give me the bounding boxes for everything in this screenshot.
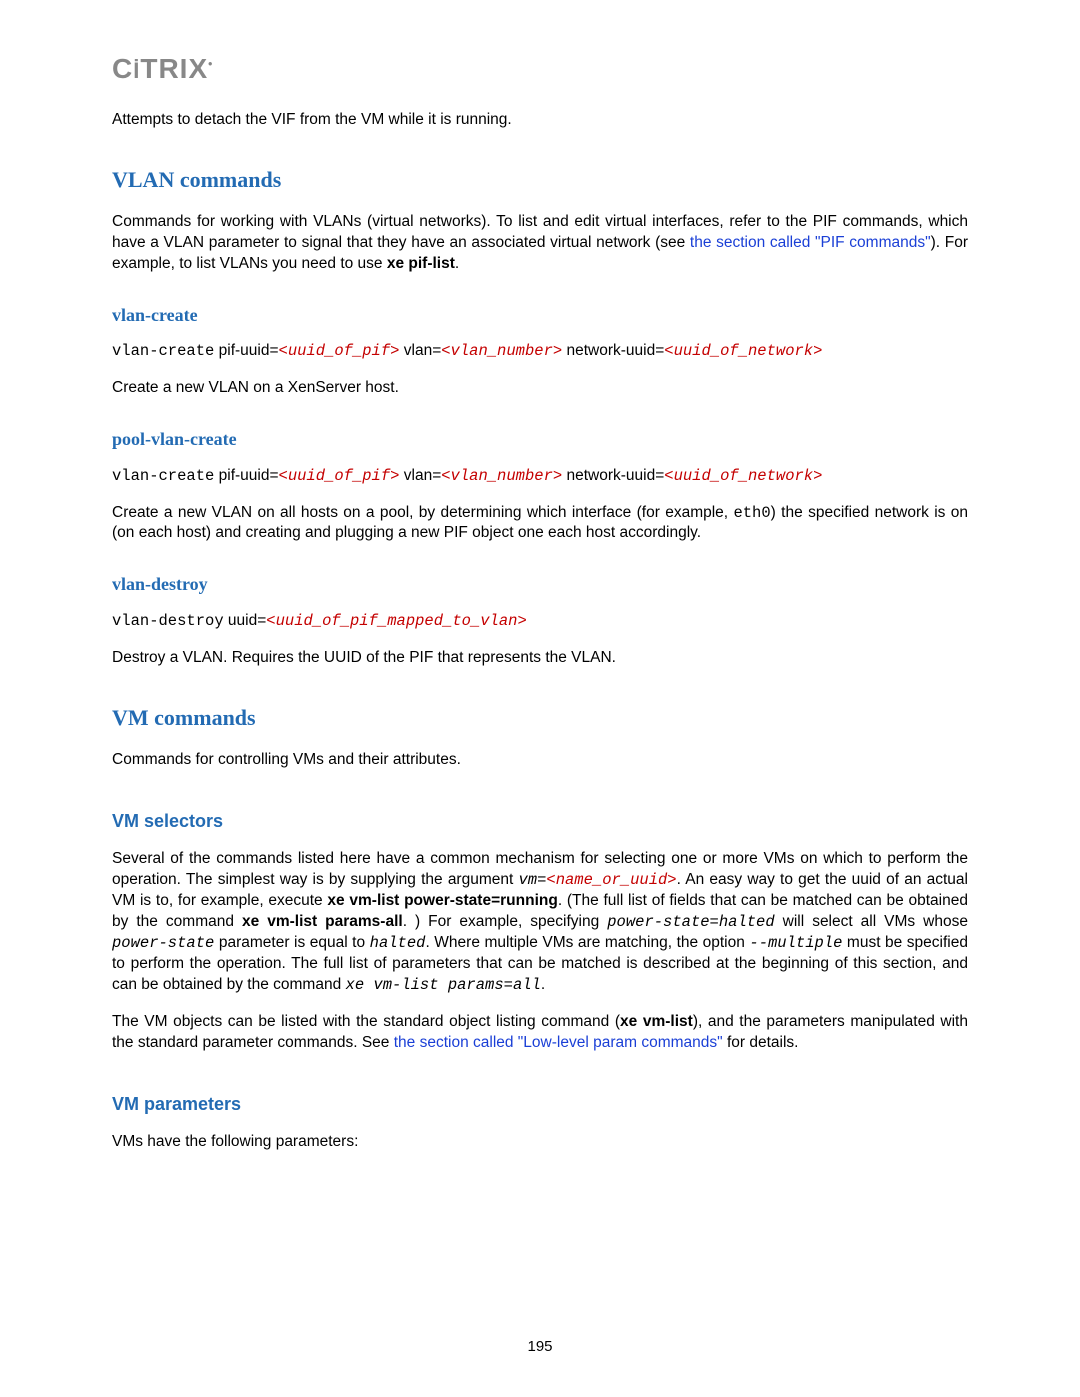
vmsel-i: . [541, 976, 545, 993]
pool-vlan-create-desc: Create a new VLAN on all hosts on a pool… [112, 503, 968, 545]
vmsel2-bold: xe vm-list [620, 1013, 693, 1030]
pool-vlan-create-p2v: <vlan_number> [441, 467, 562, 485]
citrix-logo: CİTRIX• [112, 50, 968, 88]
vlan-create-p3l: network-uuid= [562, 342, 664, 359]
vlan-create-syntax: vlan-create pif-uuid=<uuid_of_pif> vlan=… [112, 341, 968, 362]
vm-selectors-p1: Several of the commands listed here have… [112, 849, 968, 995]
page: CİTRIX• Attempts to detach the VIF from … [0, 0, 1080, 1397]
low-level-param-link[interactable]: the section called "Low-level param comm… [394, 1034, 723, 1051]
vlan-create-heading: vlan-create [112, 303, 968, 327]
vmsel-multi: --multiple [749, 934, 842, 952]
vlan-destroy-desc: Destroy a VLAN. Requires the UUID of the… [112, 648, 968, 669]
vlan-destroy-syntax: vlan-destroy uuid=<uuid_of_pif_mapped_to… [112, 611, 968, 632]
pool-vlan-create-heading: pool-vlan-create [112, 427, 968, 451]
vmsel-d: . ) For example, specifying [403, 913, 608, 930]
vmsel-bold2: xe vm-list params-all [242, 913, 403, 930]
vlan-destroy-p1v: <uuid_of_pif_mapped_to_vlan> [266, 612, 526, 630]
pool-desc-a: Create a new VLAN on all hosts on a pool… [112, 504, 733, 521]
vm-commands-heading: VM commands [112, 703, 968, 733]
vlan-intro-cmd: xe pif-list [387, 255, 455, 272]
vmsel-bold1: xe vm-list power-state=running [327, 892, 557, 909]
vm-selectors-p2: The VM objects can be listed with the st… [112, 1012, 968, 1054]
pool-vlan-create-syntax: vlan-create pif-uuid=<uuid_of_pif> vlan=… [112, 466, 968, 487]
pif-commands-link[interactable]: the section called "PIF commands" [690, 234, 931, 251]
vmsel-vm: vm= [518, 871, 546, 889]
pool-vlan-create-p3v: <uuid_of_network> [664, 467, 822, 485]
vmsel-vmval: <name_or_uuid> [546, 871, 676, 889]
vmsel2-a: The VM objects can be listed with the st… [112, 1013, 620, 1030]
vlan-intro-c: . [455, 255, 459, 272]
vlan-create-p3v: <uuid_of_network> [664, 342, 822, 360]
vmsel-f: parameter is equal to [214, 934, 369, 951]
vlan-create-p1l: pif-uuid= [214, 342, 278, 359]
vm-intro: Commands for controlling VMs and their a… [112, 750, 968, 771]
vmsel-ps2: power-state [112, 934, 214, 952]
vlan-create-p2l: vlan= [399, 342, 441, 359]
vmsel2-c: for details. [723, 1034, 799, 1051]
logo-text: CİTRIX [112, 53, 208, 84]
vm-parameters-heading: VM parameters [112, 1092, 968, 1116]
vmsel-ps: power-state=halted [607, 913, 774, 931]
pool-vlan-create-p3l: network-uuid= [562, 467, 664, 484]
intro-text: Attempts to detach the VIF from the VM w… [112, 110, 968, 131]
pool-vlan-create-p1l: pif-uuid= [214, 467, 278, 484]
vlan-create-desc: Create a new VLAN on a XenServer host. [112, 378, 968, 399]
vm-parameters-desc: VMs have the following parameters: [112, 1132, 968, 1153]
vlan-destroy-heading: vlan-destroy [112, 572, 968, 596]
pool-vlan-create-p2l: vlan= [399, 467, 441, 484]
vlan-intro: Commands for working with VLANs (virtual… [112, 212, 968, 275]
vmsel-listcmd: xe vm-list params=all [346, 976, 541, 994]
page-number: 195 [0, 1337, 1080, 1357]
vlan-destroy-cmd: vlan-destroy [112, 612, 224, 630]
vlan-create-cmd: vlan-create [112, 342, 214, 360]
vlan-destroy-p1l: uuid= [224, 612, 267, 629]
vlan-create-p2v: <vlan_number> [441, 342, 562, 360]
vmsel-halted: halted [370, 934, 426, 952]
pool-vlan-create-cmd: vlan-create [112, 467, 214, 485]
vmsel-g: . Where multiple VMs are matching, the o… [425, 934, 749, 951]
vmsel-e: will select all VMs whose [775, 913, 968, 930]
vlan-create-p1v: <uuid_of_pif> [279, 342, 400, 360]
pool-vlan-create-p1v: <uuid_of_pif> [279, 467, 400, 485]
vlan-commands-heading: VLAN commands [112, 165, 968, 195]
vm-selectors-heading: VM selectors [112, 809, 968, 833]
pool-desc-code: eth0 [733, 504, 770, 522]
